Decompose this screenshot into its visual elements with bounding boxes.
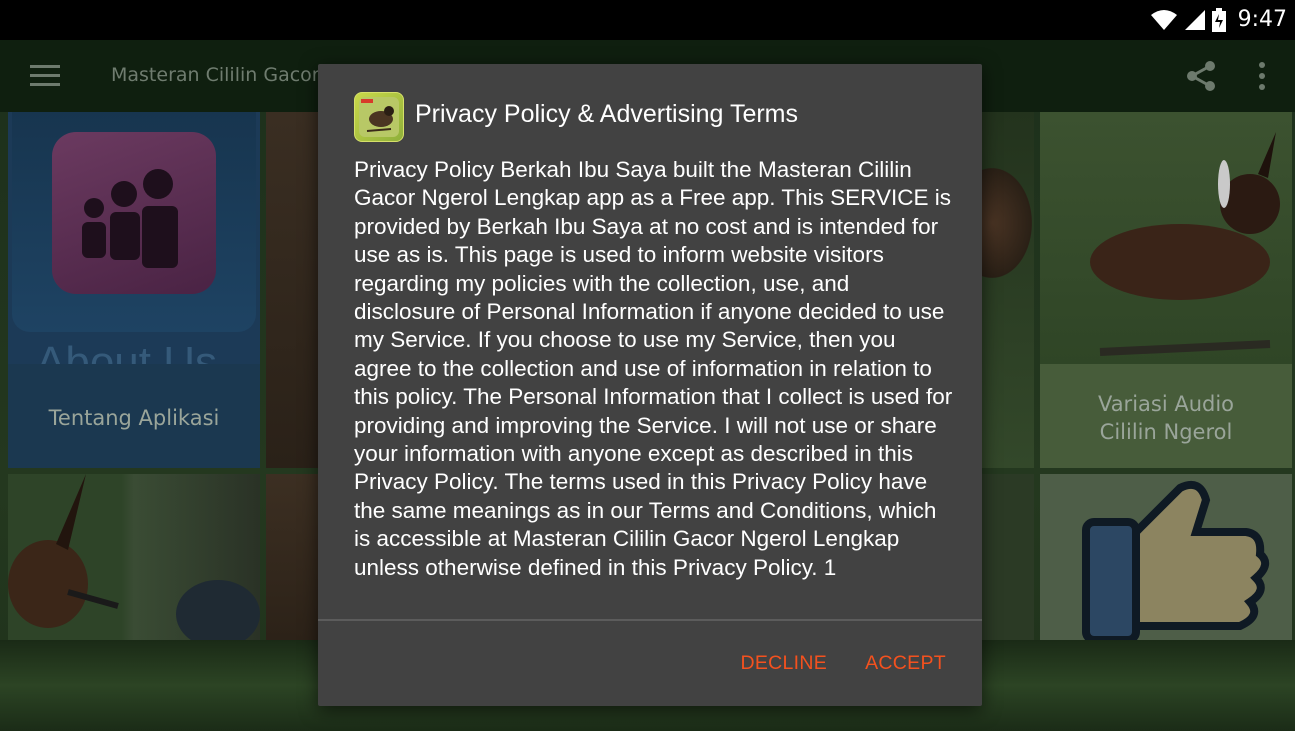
signal-icon: [1184, 10, 1205, 30]
wifi-icon: [1150, 10, 1177, 30]
battery-icon: [1211, 8, 1226, 32]
status-icons: 9:47: [1150, 6, 1287, 34]
decline-button[interactable]: DECLINE: [740, 652, 827, 675]
accept-button[interactable]: ACCEPT: [865, 652, 946, 675]
app-icon: [354, 92, 404, 142]
dialog-divider: [318, 619, 982, 621]
status-bar: 9:47: [0, 0, 1295, 40]
dialog-body-text[interactable]: Privacy Policy Berkah Ibu Saya built the…: [354, 156, 954, 619]
privacy-dialog: Privacy Policy & Advertising Terms Priva…: [318, 64, 982, 706]
status-time: 9:47: [1237, 7, 1287, 32]
dialog-title: Privacy Policy & Advertising Terms: [415, 100, 798, 128]
dialog-actions: DECLINE ACCEPT: [740, 652, 946, 675]
